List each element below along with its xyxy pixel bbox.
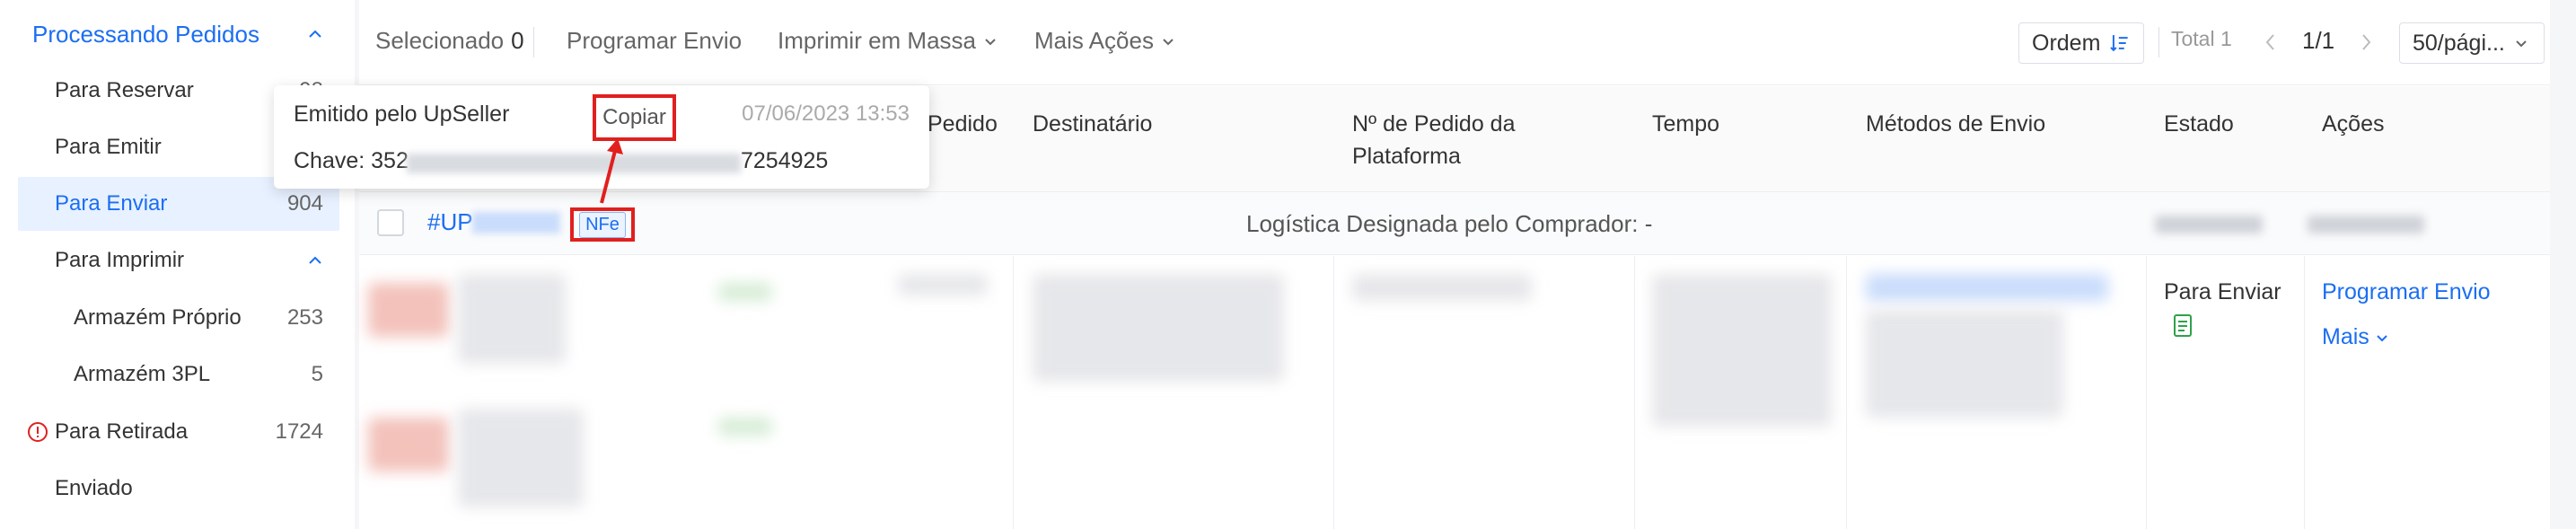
bulk-print-dropdown[interactable]: Imprimir em Massa [778,27,998,55]
redacted-text [718,418,772,436]
sidebar-item-label: Armazém 3PL [74,362,211,386]
chevron-up-icon [309,256,321,264]
alert-circle-icon [28,422,48,442]
bulk-print-label: Imprimir em Massa [778,27,977,54]
sidebar-group-label: Processando Pedidos [32,20,259,48]
selected-count: 0 [511,27,524,54]
selected-indicator: Selecionado 0 [375,27,524,55]
sort-order-label: Ordem [2032,30,2101,56]
chevron-down-icon [1163,38,1174,45]
nfe-badge: NFe [579,211,626,238]
shipping-method-redacted [1866,274,2108,301]
sidebar-item-armazem-3pl[interactable]: Armazém 3PL 5 [0,348,339,401]
page-size-select[interactable]: 50/pági... [2399,22,2545,64]
sidebar-item-label: Armazém Próprio [74,305,242,330]
sidebar-item-count: 253 [286,305,323,330]
order-number-link[interactable]: #UP [427,208,473,236]
platform-order-redacted [1352,274,1532,301]
toolbar-divider [533,27,534,57]
annotation-arrow-icon [600,138,623,204]
product-info-redacted [458,274,566,364]
sidebar-item-para-imprimir[interactable]: Para Imprimir [0,234,339,287]
sidebar-item-para-retirada[interactable]: Para Retirada 1724 [0,405,339,459]
product-image-redacted [368,418,449,472]
chevron-down-icon [2516,40,2527,48]
access-key-prefix: Chave: 352 [294,148,409,173]
sidebar-item-label: Para Retirada [55,419,189,444]
next-page-icon[interactable] [2358,32,2374,52]
sidebar-item-armazem-proprio[interactable]: Armazém Próprio 253 [0,291,339,345]
more-actions-dropdown[interactable]: Mais Ações [1034,27,1175,55]
row-checkbox[interactable] [377,209,404,236]
column-header-platform-order-line2: Plataforma [1352,144,1461,169]
redacted-text [718,283,772,301]
toolbar: Selecionado 0 Programar Envio Imprimir e… [359,0,2550,85]
chevron-up-icon [309,30,321,38]
page-size-label: 50/pági... [2413,30,2505,56]
total-label: Total 1 [2171,27,2232,50]
popover-date: 07/06/2023 13:53 [742,101,910,126]
sidebar-item-count: 904 [286,191,323,216]
column-header-pedido: Pedido [928,111,998,137]
order-group-row: #UP NFe Logística Designada pelo Comprad… [359,192,2550,255]
sidebar-item-label: Enviado [55,476,133,500]
time-redacted [1652,274,1832,427]
sidebar-item-label: Para Imprimir [55,248,185,272]
chevron-down-icon [985,38,996,45]
column-header-destinatario: Destinatário [1033,111,1153,137]
total-count: Total 1 [2171,27,2232,51]
page-indicator: 1/1 [2302,27,2334,55]
chevron-down-icon [2377,334,2387,341]
nfe-badge-highlight[interactable]: NFe [570,207,635,242]
sort-icon [2110,35,2129,52]
popover-title: Emitido pelo UpSeller [294,101,510,127]
sidebar-group-processando[interactable]: Processando Pedidos [0,7,339,61]
access-key-redacted [407,154,741,173]
copy-button-label: Copiar [602,105,666,129]
column-header-acoes: Ações [2322,111,2385,137]
sidebar-item-count: 5 [311,362,323,386]
sidebar-item-label: Para Reservar [55,78,194,102]
sidebar: Processando Pedidos Para Reservar 98 Par… [0,0,355,529]
sidebar-item-count: 1724 [275,419,323,444]
product-info-redacted [458,409,584,507]
redacted-text [2155,216,2263,234]
access-key-suffix: 7254925 [741,148,829,173]
main-panel: Selecionado 0 Programar Envio Imprimir e… [359,0,2550,529]
redacted-text [2308,216,2424,234]
column-header-platform-order-line1: Nº de Pedido da [1352,111,1516,137]
column-header-tempo: Tempo [1652,111,1720,137]
order-number-redacted [472,212,560,234]
schedule-shipment-link[interactable]: Programar Envio [2322,279,2491,305]
order-status: Para Enviar [2164,279,2281,304]
more-actions-link[interactable]: Mais [2322,324,2389,350]
sidebar-item-label: Para Enviar [55,191,168,216]
recipient-redacted [1033,274,1284,382]
sidebar-item-label: Para Emitir [55,135,162,159]
column-header-estado: Estado [2164,111,2234,137]
sidebar-item-enviado[interactable]: Enviado [0,462,339,516]
schedule-shipment-button[interactable]: Programar Envio [567,27,742,55]
sort-order-button[interactable]: Ordem [2018,22,2144,64]
logistics-info: Logística Designada pelo Comprador: - [1246,210,1653,237]
order-detail-row: Para Enviar Programar Envio Mais [359,256,2550,529]
column-header-platform-order: Nº de Pedido da Plataforma [1352,108,1515,172]
document-icon[interactable] [2173,313,2194,339]
page-label: 1/1 [2302,27,2335,54]
prev-page-icon[interactable] [2263,32,2279,52]
toolbar-divider [2158,27,2159,57]
product-image-redacted [368,283,449,337]
column-header-metodos: Métodos de Envio [1866,111,2046,137]
selected-label: Selecionado [375,27,505,54]
redacted-text [898,274,988,295]
shipping-method-redacted [1866,310,2063,418]
more-actions-link-label: Mais [2322,324,2369,349]
schedule-shipment-label: Programar Envio [567,27,743,54]
more-actions-label: Mais Ações [1034,27,1154,54]
